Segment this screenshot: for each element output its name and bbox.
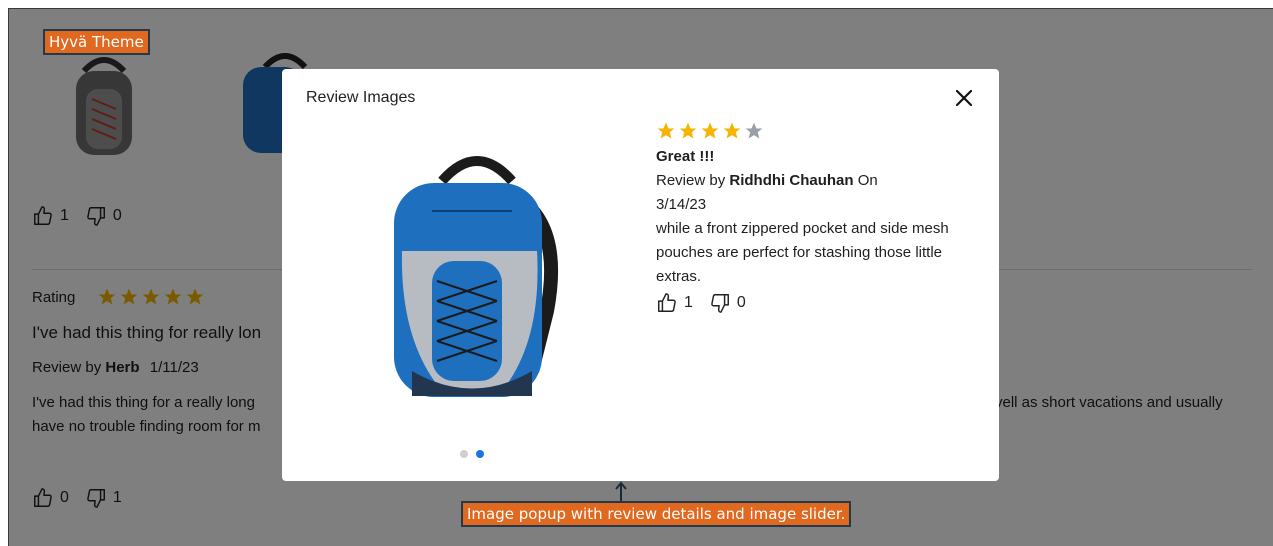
star-icon: [723, 122, 741, 139]
thumbs-up-icon: [658, 293, 676, 312]
review-meta: Review by Ridhdhi Chauhan On 3/14/23: [656, 169, 956, 217]
review-author: Ridhdhi Chauhan: [729, 172, 854, 189]
star-icon: [679, 122, 697, 139]
popup-annotation-tag: Image popup with review details and imag…: [461, 501, 852, 527]
review-title: Great !!!: [656, 148, 715, 165]
not-helpful-count: 0: [736, 294, 746, 311]
review-images-modal: Review Images Great !!! Review by Ridhdh…: [282, 69, 999, 481]
theme-annotation-tag: Hyvä Theme: [43, 29, 150, 55]
slider-dots: [460, 450, 484, 458]
helpful-count: 1: [684, 294, 693, 311]
on-label: On: [857, 172, 878, 189]
star-empty-icon: [745, 122, 763, 139]
close-button[interactable]: [951, 85, 977, 111]
page-frame: 1 0 Rating I've had this thing for reall…: [8, 8, 1273, 546]
review-details: Great !!! Review by Ridhdhi Chauhan On 3…: [656, 121, 956, 315]
slider-dot-1[interactable]: [460, 450, 468, 458]
thumbs-down-icon: [711, 294, 729, 313]
close-icon: [955, 89, 973, 107]
modal-title: Review Images: [306, 89, 416, 106]
review-rating-stars: [656, 121, 956, 141]
not-helpful-vote-button[interactable]: 0: [709, 291, 746, 315]
star-icon: [657, 122, 675, 139]
review-date: 3/14/23: [656, 196, 707, 213]
slider-dot-2[interactable]: [476, 450, 484, 458]
review-body: while a front zippered pocket and side m…: [656, 220, 949, 285]
helpful-vote-button[interactable]: 1: [656, 291, 693, 315]
review-votes: 1 0: [656, 291, 956, 315]
slider-image-blue-backpack: [372, 141, 572, 411]
review-by-label: Review by: [656, 172, 726, 189]
star-icon: [701, 122, 719, 139]
